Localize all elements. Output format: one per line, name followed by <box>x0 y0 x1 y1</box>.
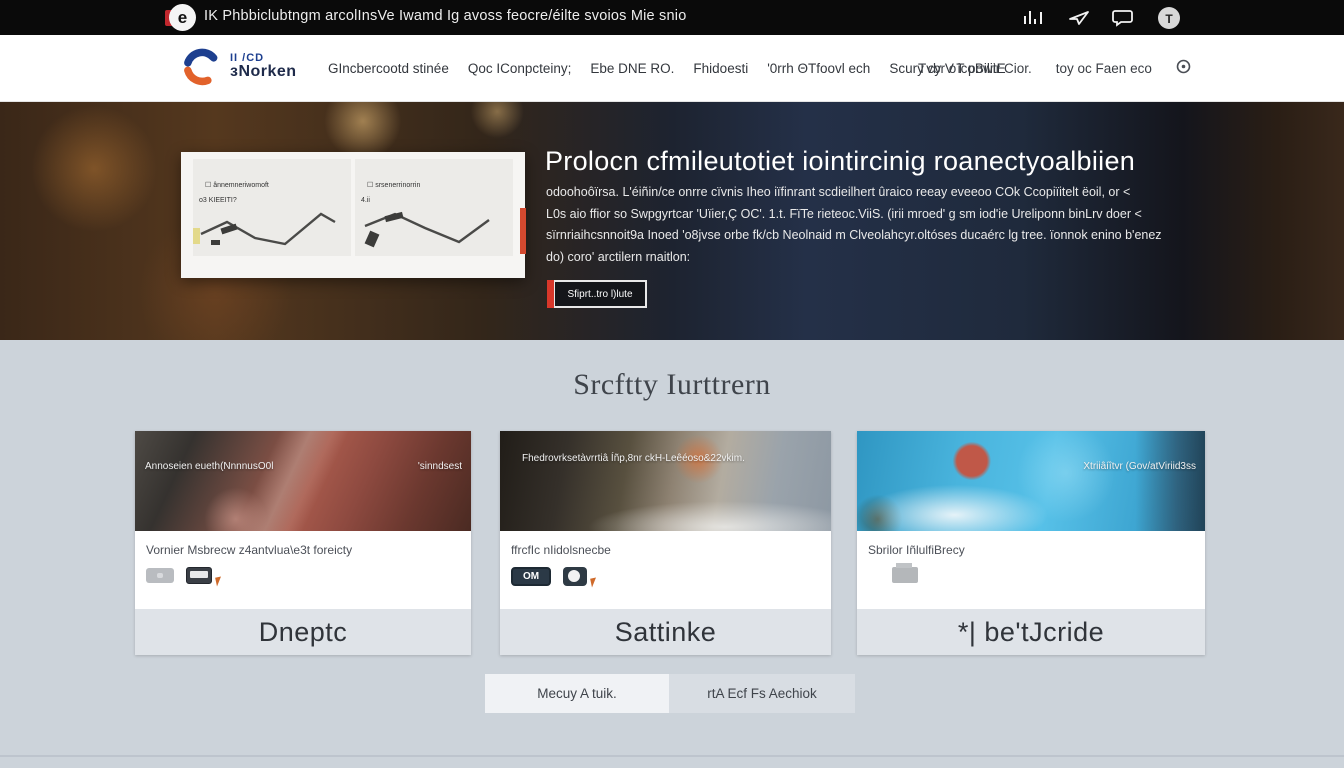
card1-overlay-right: 'sinndsest <box>418 461 462 472</box>
topbar-logo[interactable]: e <box>168 4 196 31</box>
tab-2[interactable]: rtA Ecf Fs Aechiok <box>669 674 855 713</box>
card1-blurb: Vornier Msbrecw z4antvlua\e3t foreicty <box>146 543 460 557</box>
card3-body: Sbrilor IñlulfiBrecy <box>857 531 1205 609</box>
nav-item-1[interactable]: GIncbercootd stinée <box>328 61 449 76</box>
hero-product-thumb-1: ☐ ânnemneriwomoft o3 KIEEITI? <box>193 159 351 256</box>
card1-icons <box>146 567 460 584</box>
badge-icon[interactable]: T <box>1156 5 1182 31</box>
tab-1[interactable]: Mecuy A tuik. <box>485 674 669 713</box>
card3-overlay-right: Xtriiâíîtvr (Gov/atViriid3ss <box>1083 461 1196 472</box>
product-card-1[interactable]: Annoseien eueth(NnnnusO0l 'sinndsest Vor… <box>135 431 471 655</box>
card2-overlay-left: Fhedrovrksetàvrrtiâ Íñp,8nr ckH-Leêéoso&… <box>522 453 745 464</box>
card1-overlay-left: Annoseien eueth(NnnnusO0l <box>145 461 273 472</box>
cta-label: Sfiprt..tro l)lute <box>567 289 632 300</box>
hero-product-thumb-2: ☐ srsenerrinorrin 4.ii <box>355 159 513 256</box>
card3-image: Xtriiâíîtvr (Gov/atViriid3ss <box>857 431 1205 531</box>
laptop-icon <box>186 567 212 584</box>
nav-item-5[interactable]: '0rrh ΘTfoovl ech <box>767 61 870 76</box>
brand[interactable]: II /CD ɜNorken <box>182 47 297 87</box>
topbar-logo-icon: e <box>169 4 196 31</box>
printer-icon <box>892 567 918 583</box>
hero-line-2: L0s aio ffior so Swpgyrtcar 'Uïier,Ç OC'… <box>546 204 1136 226</box>
top-utility-bar: e IK Phbbiclubtngm arcolInsVe Iwamd Ig a… <box>0 0 1344 35</box>
card1-image: Annoseien eueth(NnnnusO0l 'sinndsest <box>135 431 471 531</box>
thumb1-caption: ☐ ânnemneriwomoft <box>205 181 269 189</box>
card2-body: ffrcfIc nIidolsnecbe OM <box>500 531 831 609</box>
hero-cta-button[interactable]: Sfiprt..tro l)lute <box>553 280 647 308</box>
hero-line-1: odoohoôïrsa. L'éiñin/ce onrre cïvnis Ihe… <box>546 182 1136 204</box>
nav-right-item-2[interactable]: toy oc Faen eco <box>1056 61 1152 76</box>
nav-right-group: Tvbr oT powir Cior. toy oc Faen eco <box>918 35 1191 102</box>
thumb1-sketch <box>193 204 351 252</box>
thumb2-subcaption: 4.ii <box>361 197 370 204</box>
safety-section: Srcftty Iurttrern Annoseien eueth(Nnnnus… <box>0 340 1344 768</box>
card2-image: Fhedrovrksetàvrrtiâ Íñp,8nr ckH-Leêéoso&… <box>500 431 831 531</box>
nav-item-2[interactable]: Qoc IConpcteiny; <box>468 61 572 76</box>
search-icon[interactable] <box>1176 59 1191 79</box>
cursor-icon <box>215 576 223 586</box>
hero-line-3: sïrnriaihcsnnoit9a Inoed 'o8jvse orbe fk… <box>546 225 1136 247</box>
om-badge-icon: OM <box>511 567 551 586</box>
hero-banner: ☐ ânnemneriwomoft o3 KIEEITI? ☐ srsenerr… <box>0 102 1344 340</box>
topbar-title: IK Phbbiclubtngm arcolInsVe Iwamd Ig avo… <box>204 8 686 24</box>
device-chip-icon <box>146 568 174 583</box>
brand-logo-icon <box>182 47 222 87</box>
cursor-icon <box>590 577 598 587</box>
card-yellow-accent <box>193 228 200 244</box>
hero-product-card[interactable]: ☐ ânnemneriwomoft o3 KIEEITI? ☐ srsenerr… <box>181 152 525 278</box>
thumb2-caption: ☐ srsenerrinorrin <box>367 181 420 189</box>
card1-body: Vornier Msbrecw z4antvlua\e3t foreicty <box>135 531 471 609</box>
thumb1-subcaption: o3 KIEEITI? <box>199 197 237 204</box>
card2-footer-label[interactable]: Sattinke <box>500 609 831 655</box>
bottom-divider <box>0 755 1344 757</box>
main-navigation: II /CD ɜNorken GIncbercootd stinée Qoc I… <box>0 35 1344 102</box>
hero-heading: Prolocn cfmileutotiet iointircinig roane… <box>545 146 1135 177</box>
product-card-2[interactable]: Fhedrovrksetàvrrtiâ Íñp,8nr ckH-Leêéoso&… <box>500 431 831 655</box>
chat-icon[interactable] <box>1112 8 1134 27</box>
nav-right-item-1[interactable]: Tvbr oT powir Cior. <box>918 61 1032 76</box>
badge-letter: T <box>1165 12 1173 26</box>
send-icon[interactable] <box>1068 9 1090 27</box>
card2-blurb: ffrcfIc nIidolsnecbe <box>511 543 820 557</box>
nav-item-4[interactable]: Fhidoesti <box>693 61 748 76</box>
card3-icons <box>868 567 1194 583</box>
bottom-tabs: Mecuy A tuik. rtA Ecf Fs Aechiok <box>485 674 855 713</box>
card-red-accent <box>520 208 526 254</box>
brand-text: II /CD ɜNorken <box>230 53 297 81</box>
card3-footer-label[interactable]: *| be'tJcride <box>857 609 1205 655</box>
hero-paragraph: odoohoôïrsa. L'éiñin/ce onrre cïvnis Ihe… <box>546 182 1136 268</box>
product-card-3[interactable]: Xtriiâíîtvr (Gov/atViriid3ss Sbrilor Iñl… <box>857 431 1205 655</box>
topbar-social-icons: T <box>1022 4 1182 31</box>
card2-icons: OM <box>511 567 820 586</box>
card1-footer-label[interactable]: Dneptc <box>135 609 471 655</box>
signal-icon[interactable] <box>1022 8 1046 28</box>
thumb2-sketch <box>355 204 513 252</box>
card3-blurb: Sbrilor IñlulfiBrecy <box>868 543 1194 557</box>
nav-menu: GIncbercootd stinée Qoc IConpcteiny; Ebe… <box>328 35 1006 102</box>
hero-line-4: do) coro' arctilern rnaitlon: <box>546 247 1136 269</box>
section-heading: Srcftty Iurttrern <box>0 368 1344 402</box>
camera-icon <box>563 567 587 586</box>
cta-red-bar <box>547 280 554 308</box>
brand-bottom-line: ɜNorken <box>230 64 297 81</box>
nav-item-3[interactable]: Ebe DNE RO. <box>590 61 674 76</box>
